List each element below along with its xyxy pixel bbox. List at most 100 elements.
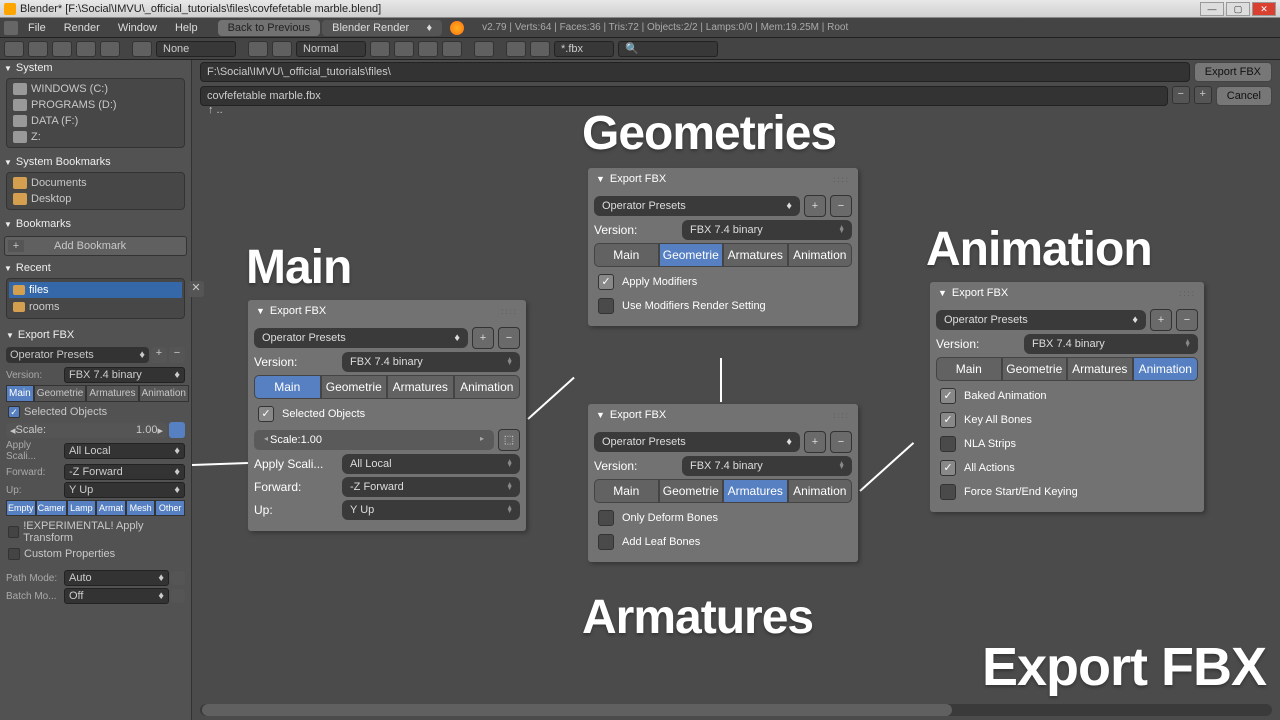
- type-empty[interactable]: Empty: [6, 500, 36, 516]
- tab-main[interactable]: Main: [6, 385, 34, 402]
- tab-animation[interactable]: Animation: [788, 479, 853, 503]
- tab-geometries[interactable]: Geometrie: [659, 479, 724, 503]
- search-input[interactable]: 🔍: [618, 41, 718, 57]
- operator-presets-selector[interactable]: Operator Presets♦: [254, 328, 468, 348]
- operator-presets-selector[interactable]: Operator Presets♦: [594, 196, 800, 216]
- recursion-selector[interactable]: None: [156, 41, 236, 57]
- nav-forward-button[interactable]: [52, 41, 72, 57]
- apply-transform-checkbox[interactable]: !EXPERIMENTAL! Apply Transform: [6, 518, 185, 546]
- tab-main[interactable]: Main: [936, 357, 1002, 381]
- forward-selector[interactable]: -Z Forward♦: [64, 464, 185, 480]
- type-mesh[interactable]: Mesh: [126, 500, 156, 516]
- menu-window[interactable]: Window: [110, 20, 165, 36]
- sort-size-button[interactable]: [442, 41, 462, 57]
- preset-add-button[interactable]: +: [804, 431, 826, 453]
- nav-back-button[interactable]: [28, 41, 48, 57]
- filter-folder-button[interactable]: [530, 41, 550, 57]
- decrement-button[interactable]: −: [1172, 86, 1190, 104]
- tab-geometries[interactable]: Geometrie: [34, 385, 87, 402]
- forward-selector[interactable]: -Z Forward: [342, 477, 520, 497]
- tab-armatures[interactable]: Armatures: [387, 375, 454, 399]
- filename-input[interactable]: covfefetable marble.fbx: [200, 86, 1168, 106]
- drive-item[interactable]: PROGRAMS (D:): [9, 97, 182, 113]
- all-actions-checkbox[interactable]: All Actions: [936, 456, 1198, 480]
- bookmarks-header[interactable]: Bookmarks: [0, 216, 191, 232]
- increment-button[interactable]: +: [1194, 86, 1212, 104]
- sort-selector[interactable]: Normal: [296, 41, 366, 57]
- nla-strips-checkbox[interactable]: NLA Strips: [936, 432, 1198, 456]
- panel-header[interactable]: Export FBX::::: [248, 300, 526, 322]
- operator-presets-selector[interactable]: Operator Presets♦: [6, 347, 149, 363]
- selected-objects-checkbox[interactable]: Selected Objects: [6, 404, 185, 420]
- horizontal-scrollbar[interactable]: [200, 704, 1272, 716]
- version-selector[interactable]: FBX 7.4 binary♦: [64, 367, 185, 383]
- preset-remove-button[interactable]: −: [169, 347, 185, 363]
- preset-add-button[interactable]: +: [1150, 309, 1172, 331]
- clear-recent-button[interactable]: ✕: [188, 281, 204, 297]
- scale-input[interactable]: ◂Scale:1.00▸: [6, 423, 167, 438]
- preset-remove-button[interactable]: −: [830, 195, 852, 217]
- tab-main[interactable]: Main: [254, 375, 321, 399]
- operator-presets-selector[interactable]: Operator Presets♦: [936, 310, 1146, 330]
- tab-animation[interactable]: Animation: [139, 385, 189, 402]
- info-icon[interactable]: [4, 21, 18, 35]
- view-thumb-button[interactable]: [272, 41, 292, 57]
- menu-render[interactable]: Render: [56, 20, 108, 36]
- bookmark-item[interactable]: Documents: [9, 175, 182, 191]
- nav-refresh-button[interactable]: [100, 41, 120, 57]
- sort-time-button[interactable]: [418, 41, 438, 57]
- add-bookmark-button[interactable]: +Add Bookmark: [4, 236, 187, 256]
- embed-textures-button[interactable]: [171, 571, 185, 585]
- up-selector[interactable]: Y Up♦: [64, 482, 185, 498]
- filter-toggle-button[interactable]: [506, 41, 526, 57]
- force-keying-checkbox[interactable]: Force Start/End Keying: [936, 480, 1198, 504]
- tab-geometries[interactable]: Geometrie: [321, 375, 388, 399]
- tab-main[interactable]: Main: [594, 243, 659, 267]
- custom-properties-checkbox[interactable]: Custom Properties: [6, 546, 185, 562]
- menu-help[interactable]: Help: [167, 20, 206, 36]
- system-header[interactable]: System: [0, 60, 191, 76]
- scale-reset-button[interactable]: [169, 422, 185, 438]
- only-deform-bones-checkbox[interactable]: Only Deform Bones: [594, 506, 852, 530]
- export-fbx-header[interactable]: Export FBX: [6, 327, 185, 343]
- key-all-bones-checkbox[interactable]: Key All Bones: [936, 408, 1198, 432]
- scale-input[interactable]: ◂Scale:1.00▸: [254, 430, 494, 450]
- preset-add-button[interactable]: +: [804, 195, 826, 217]
- recent-item[interactable]: files: [9, 282, 182, 298]
- type-camera[interactable]: Camer: [36, 500, 67, 516]
- tab-main[interactable]: Main: [594, 479, 659, 503]
- export-fbx-button[interactable]: Export FBX: [1194, 62, 1272, 82]
- tab-animation[interactable]: Animation: [788, 243, 853, 267]
- tab-armatures[interactable]: Armatures: [723, 479, 788, 503]
- recent-header[interactable]: Recent: [0, 260, 191, 276]
- new-folder-button[interactable]: [132, 41, 152, 57]
- tab-armatures[interactable]: Armatures: [86, 385, 138, 402]
- preset-add-button[interactable]: +: [472, 327, 494, 349]
- nav-up-button[interactable]: [76, 41, 96, 57]
- type-armature[interactable]: Armat: [96, 500, 126, 516]
- type-other[interactable]: Other: [155, 500, 185, 516]
- tab-geometries[interactable]: Geometrie: [1002, 357, 1068, 381]
- drive-item[interactable]: WINDOWS (C:): [9, 81, 182, 97]
- preset-remove-button[interactable]: −: [1176, 309, 1198, 331]
- minimize-button[interactable]: —: [1200, 2, 1224, 16]
- operator-presets-selector[interactable]: Operator Presets♦: [594, 432, 800, 452]
- use-modifiers-render-checkbox[interactable]: Use Modifiers Render Setting: [594, 294, 852, 318]
- tab-geometries[interactable]: Geometrie: [659, 243, 724, 267]
- parent-dir-item[interactable]: ↑ ..: [208, 104, 223, 116]
- baked-animation-checkbox[interactable]: Baked Animation: [936, 384, 1198, 408]
- up-selector[interactable]: Y Up: [342, 500, 520, 520]
- version-selector[interactable]: FBX 7.4 binary: [682, 220, 852, 240]
- version-selector[interactable]: FBX 7.4 binary: [1024, 334, 1198, 354]
- panel-header[interactable]: Export FBX::::: [588, 404, 858, 426]
- panel-header[interactable]: Export FBX::::: [588, 168, 858, 190]
- apply-scaling-selector[interactable]: All Local♦: [64, 443, 185, 459]
- sort-alpha-button[interactable]: [370, 41, 390, 57]
- preset-remove-button[interactable]: −: [498, 327, 520, 349]
- render-engine-selector[interactable]: Blender Render♦: [322, 20, 442, 36]
- drive-item[interactable]: DATA (F:): [9, 113, 182, 129]
- selected-objects-checkbox[interactable]: Selected Objects: [254, 402, 520, 426]
- menu-file[interactable]: File: [20, 20, 54, 36]
- sort-ext-button[interactable]: [394, 41, 414, 57]
- apply-scaling-selector[interactable]: All Local: [342, 454, 520, 474]
